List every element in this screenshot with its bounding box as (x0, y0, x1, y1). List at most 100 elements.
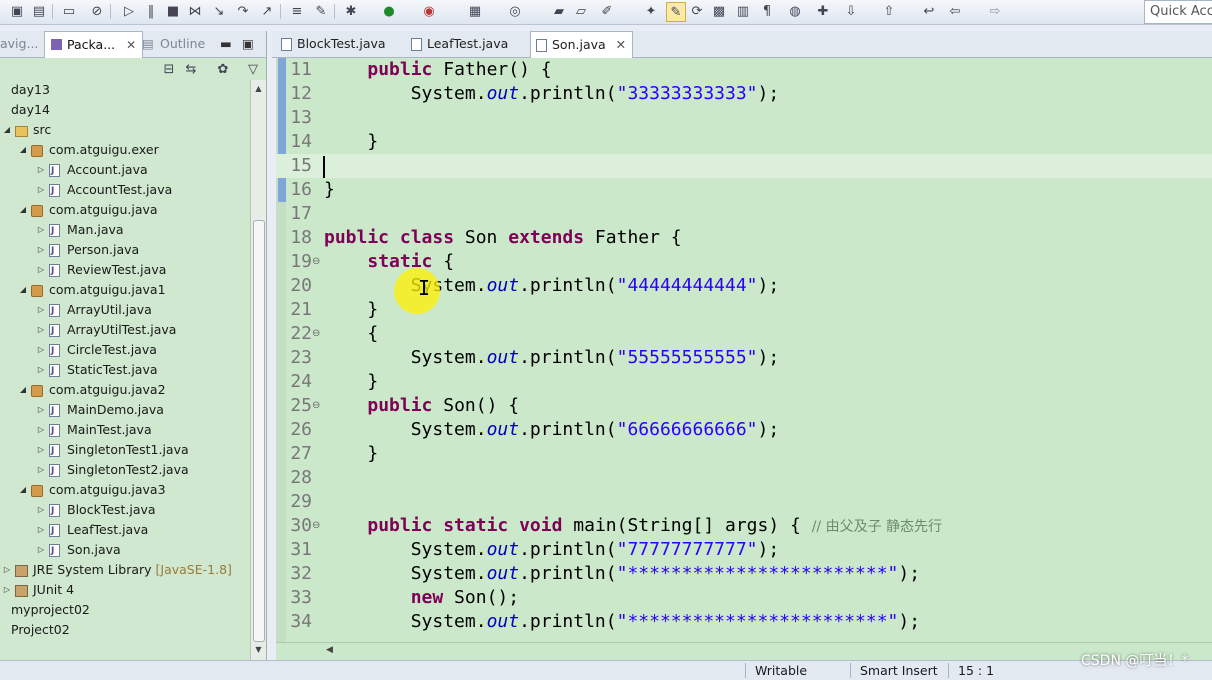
minimize-icon[interactable]: ▬ (220, 31, 232, 57)
collapsed-twisty-icon[interactable]: ▷ (36, 340, 46, 360)
perspective-icon[interactable]: ✚ (814, 2, 832, 20)
suspend-icon[interactable]: ‖ (142, 2, 160, 20)
use-step-filters-icon[interactable]: ≡ (288, 2, 306, 20)
collapsed-twisty-icon[interactable]: ▷ (36, 360, 46, 380)
collapsed-twisty-icon[interactable]: ▷ (36, 500, 46, 520)
save-all-icon[interactable]: ▤ (30, 2, 48, 20)
last-edit-icon[interactable]: ↩ (920, 2, 938, 20)
maximize-icon[interactable]: ▣ (242, 31, 254, 57)
tab-leaftest[interactable]: LeafTest.java (406, 31, 508, 57)
fold-icon[interactable]: ⊖ (312, 250, 320, 274)
block-selection-icon[interactable]: ▩ (710, 2, 728, 20)
code-line[interactable]: 23 System.out.println("55555555555"); (276, 346, 1212, 370)
fold-icon[interactable]: ⊖ (312, 394, 320, 418)
step-return-icon[interactable]: ↗ (258, 2, 276, 20)
expanded-twisty-icon[interactable]: ◢ (18, 200, 28, 220)
code-editor[interactable]: 11 public Father() {12 System.out.printl… (276, 58, 1212, 642)
collapse-all-icon[interactable]: ⊟ (160, 60, 178, 78)
paragraph-icon[interactable]: ¶ (758, 2, 776, 20)
forward-icon[interactable]: ⇨ (986, 2, 1004, 20)
explorer-scrollbar[interactable]: ▲ ▼ (250, 80, 266, 660)
expanded-twisty-icon[interactable]: ◢ (18, 480, 28, 500)
collapsed-twisty-icon[interactable]: ▷ (36, 220, 46, 240)
code-line[interactable]: 14 } (276, 130, 1212, 154)
drop-to-frame-icon[interactable]: ✎ (312, 2, 330, 20)
toggle-ws-icon[interactable]: ⟳ (688, 2, 706, 20)
save-icon[interactable]: ▣ (8, 2, 26, 20)
collapsed-twisty-icon[interactable]: ▷ (36, 520, 46, 540)
expanded-twisty-icon[interactable]: ◢ (18, 140, 28, 160)
back-icon[interactable]: ⇦ (946, 2, 964, 20)
fold-icon[interactable]: ⊖ (312, 322, 320, 346)
show-whitespace-icon[interactable]: ▥ (734, 2, 752, 20)
code-line[interactable]: 15 (276, 154, 1212, 178)
expanded-twisty-icon[interactable]: ◢ (2, 120, 12, 140)
code-line[interactable]: 24 } (276, 370, 1212, 394)
tab-blocktest[interactable]: BlockTest.java (276, 31, 386, 57)
terminal-icon[interactable]: ▭ (60, 2, 78, 20)
focus-icon[interactable]: ✿ (214, 60, 232, 78)
open-type-icon[interactable]: ▰ (550, 2, 568, 20)
collapsed-twisty-icon[interactable]: ▷ (36, 400, 46, 420)
scroll-down-icon[interactable]: ▼ (251, 643, 266, 657)
scroll-left-icon[interactable]: ◀ (326, 645, 333, 655)
expanded-twisty-icon[interactable]: ◢ (18, 280, 28, 300)
resume-icon[interactable]: ▷ (120, 2, 138, 20)
editor-hscrollbar[interactable]: ◀ (276, 642, 1212, 661)
code-line[interactable]: 30 ⊖ public static void main(String[] arg… (276, 514, 1212, 538)
external-tools-icon[interactable]: ◉ (420, 2, 438, 20)
mark-occurrences-icon[interactable]: ✎ (666, 2, 686, 22)
collapsed-twisty-icon[interactable]: ▷ (36, 540, 46, 560)
collapsed-twisty-icon[interactable]: ▷ (36, 440, 46, 460)
open-folder-icon[interactable]: ▱ (572, 2, 590, 20)
code-line[interactable]: 18 public class Son extends Father { (276, 226, 1212, 250)
skip-breakpoints-icon[interactable]: ⊘ (88, 2, 106, 20)
close-icon[interactable]: ✕ (616, 37, 626, 52)
step-into-icon[interactable]: ↘ (210, 2, 228, 20)
collapsed-twisty-icon[interactable]: ▷ (36, 180, 46, 200)
quick-access-input[interactable]: Quick Access (1144, 0, 1212, 24)
next-annotation-icon[interactable]: ⇩ (842, 2, 860, 20)
new-class-icon[interactable]: ◎ (506, 2, 524, 20)
search-icon[interactable]: ✐ (598, 2, 616, 20)
debug-icon[interactable]: ✱ (342, 2, 360, 20)
collapsed-twisty-icon[interactable]: ▷ (36, 260, 46, 280)
collapsed-twisty-icon[interactable]: ▷ (36, 460, 46, 480)
collapsed-twisty-icon[interactable]: ▷ (2, 580, 12, 600)
collapsed-twisty-icon[interactable]: ▷ (36, 300, 46, 320)
fold-icon[interactable]: ⊖ (312, 514, 320, 538)
close-icon[interactable]: ✕ (126, 38, 136, 52)
view-menu-icon[interactable]: ▽ (244, 60, 262, 78)
new-java-project-icon[interactable]: ▦ (466, 2, 484, 20)
terminate-icon[interactable]: ■ (164, 2, 182, 20)
link-with-editor-icon[interactable]: ⇆ (182, 60, 200, 78)
collapsed-twisty-icon[interactable]: ▷ (2, 560, 12, 580)
disconnect-icon[interactable]: ⋈ (186, 2, 204, 20)
collapsed-twisty-icon[interactable]: ▷ (36, 160, 46, 180)
run-icon[interactable]: ● (380, 2, 398, 20)
code-line[interactable]: 16} (276, 178, 1212, 202)
expanded-twisty-icon[interactable]: ◢ (18, 380, 28, 400)
collapsed-twisty-icon[interactable]: ▷ (36, 420, 46, 440)
globe-icon[interactable]: ◍ (786, 2, 804, 20)
code-line[interactable]: 31 System.out.println("77777777777"); (276, 538, 1212, 562)
code-line[interactable]: 11 public Father() { (276, 58, 1212, 82)
code-line[interactable]: 33 new Son(); (276, 586, 1212, 610)
tab-outline[interactable]: ▤ Outline (140, 31, 205, 57)
code-line[interactable]: 29 (276, 490, 1212, 514)
code-line[interactable]: 25 ⊖ public Son() { (276, 394, 1212, 418)
code-line[interactable]: 32 System.out.println("*****************… (276, 562, 1212, 586)
prev-annotation-icon[interactable]: ⇧ (880, 2, 898, 20)
pin-icon[interactable]: ✦ (642, 2, 660, 20)
tab-navigator[interactable]: avig... (0, 31, 38, 57)
code-line[interactable]: 17 (276, 202, 1212, 226)
collapsed-twisty-icon[interactable]: ▷ (36, 240, 46, 260)
code-line[interactable]: 34 System.out.println("*****************… (276, 610, 1212, 634)
collapsed-twisty-icon[interactable]: ▷ (36, 320, 46, 340)
tab-son[interactable]: Son.java ✕ (530, 31, 634, 58)
code-line[interactable]: 27 } (276, 442, 1212, 466)
code-line[interactable]: 22 ⊖ { (276, 322, 1212, 346)
scrollbar-thumb[interactable] (253, 220, 265, 642)
code-line[interactable]: 13 (276, 106, 1212, 130)
code-line[interactable]: 26 System.out.println("66666666666"); (276, 418, 1212, 442)
